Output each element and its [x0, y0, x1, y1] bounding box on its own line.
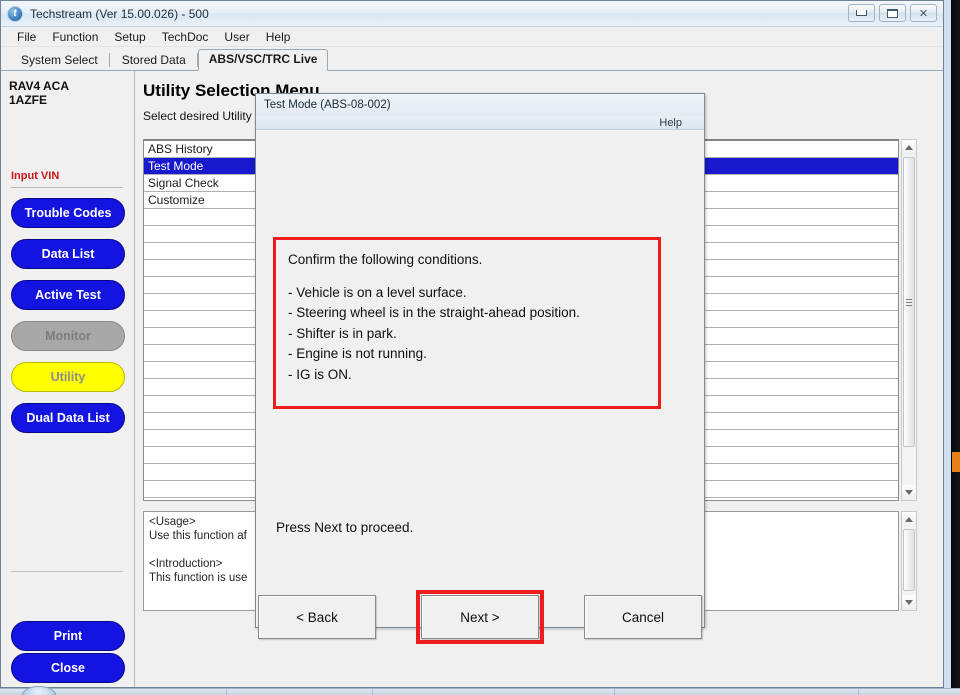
grip-icon [906, 298, 912, 306]
window-titlebar: t Techstream (Ver 15.00.026) - 500 ✕ [1, 1, 943, 27]
taskbar-divider [226, 688, 227, 695]
tab-abs-vsc-trc-live[interactable]: ABS/VSC/TRC Live [197, 49, 329, 71]
minimize-button[interactable] [848, 4, 875, 22]
dialog-button-row: < Back Next > Cancel [256, 590, 704, 644]
press-next-text: Press Next to proceed. [276, 520, 414, 535]
maximize-button[interactable] [879, 4, 906, 22]
window-controls: ✕ [848, 4, 937, 22]
sidebar-button-print[interactable]: Print [11, 621, 125, 651]
utility-list-scrollbar[interactable] [901, 139, 917, 501]
sidebar-button-trouble-codes[interactable]: Trouble Codes [11, 198, 125, 228]
desc-scroll-up-button[interactable] [902, 512, 916, 527]
sidebar-divider [11, 571, 123, 572]
tabstrip: System Select Stored Data ABS/VSC/TRC Li… [1, 47, 943, 71]
scroll-down-button[interactable] [902, 485, 916, 500]
menubar: File Function Setup TechDoc User Help [1, 27, 943, 47]
minimize-icon [856, 10, 867, 16]
desc-scroll-down-button[interactable] [902, 595, 916, 610]
dialog-title: Test Mode (ABS-08-002) [256, 94, 704, 116]
cancel-button-wrap: Cancel [584, 590, 702, 644]
desktop-orange-marker [952, 452, 960, 472]
desktop-right-edge [944, 0, 960, 688]
menu-file[interactable]: File [9, 29, 44, 45]
desc-scroll-thumb[interactable] [903, 529, 915, 591]
next-button-wrap: Next > [416, 590, 544, 644]
menu-help[interactable]: Help [258, 29, 299, 45]
menu-function[interactable]: Function [44, 29, 106, 45]
sidebar-button-utility[interactable]: Utility [11, 362, 125, 392]
scroll-thumb[interactable] [903, 157, 915, 447]
condition-item: - Shifter is in park. [288, 325, 397, 341]
taskbar-divider [372, 688, 373, 695]
sidebar-button-active-test[interactable]: Active Test [11, 280, 125, 310]
back-button-wrap: < Back [258, 590, 376, 644]
sidebar-button-data-list[interactable]: Data List [11, 239, 125, 269]
sidebar-button-monitor: Monitor [11, 321, 125, 351]
maximize-icon [887, 8, 898, 18]
menu-techdoc[interactable]: TechDoc [154, 29, 217, 45]
condition-item: - IG is ON. [288, 366, 352, 382]
condition-item: - Engine is not running. [288, 346, 427, 361]
sidebar-button-dual-data-list[interactable]: Dual Data List [11, 403, 125, 433]
dialog-helpbar: Help [256, 116, 704, 130]
os-taskbar[interactable] [0, 688, 960, 695]
sidebar: RAV4 ACA 1AZFE Input VIN Trouble Codes D… [1, 71, 135, 687]
vehicle-model-line1: RAV4 ACA [9, 79, 70, 93]
vehicle-model-line2: 1AZFE [9, 93, 48, 107]
sidebar-button-close[interactable]: Close [11, 653, 125, 683]
close-icon: ✕ [918, 6, 929, 20]
chevron-down-icon [905, 490, 913, 495]
tab-stored-data[interactable]: Stored Data [110, 50, 198, 71]
next-button[interactable]: Next > [421, 595, 539, 639]
back-button[interactable]: < Back [258, 595, 376, 639]
message-heading: Confirm the following conditions. [288, 252, 483, 267]
menu-setup[interactable]: Setup [106, 29, 153, 45]
conditions-message-box: Confirm the following conditions. - Vehi… [273, 237, 661, 409]
chevron-up-icon [905, 517, 913, 522]
window-title: Techstream (Ver 15.00.026) - 500 [30, 6, 209, 21]
test-mode-dialog: Test Mode (ABS-08-002) Help Confirm the … [255, 93, 705, 644]
taskbar-divider [858, 688, 859, 695]
description-scrollbar[interactable] [901, 511, 917, 611]
chevron-down-icon [905, 600, 913, 605]
cancel-button[interactable]: Cancel [584, 595, 702, 639]
menu-user[interactable]: User [216, 29, 257, 45]
screen-root: t Techstream (Ver 15.00.026) - 500 ✕ Fil… [0, 0, 960, 695]
input-vin-label[interactable]: Input VIN [11, 170, 59, 182]
tab-system-select[interactable]: System Select [9, 50, 110, 71]
chevron-up-icon [905, 145, 913, 150]
dialog-help-link[interactable]: Help [659, 117, 682, 129]
dialog-body: Confirm the following conditions. - Vehi… [256, 130, 704, 644]
close-button[interactable]: ✕ [910, 4, 937, 22]
vin-divider [11, 187, 123, 188]
taskbar-divider [614, 688, 615, 695]
condition-item: - Vehicle is on a level surface. [288, 284, 467, 300]
techstream-logo-icon: t [7, 5, 23, 22]
scroll-up-button[interactable] [902, 140, 916, 155]
condition-item: - Steering wheel is in the straight-ahea… [288, 305, 580, 320]
